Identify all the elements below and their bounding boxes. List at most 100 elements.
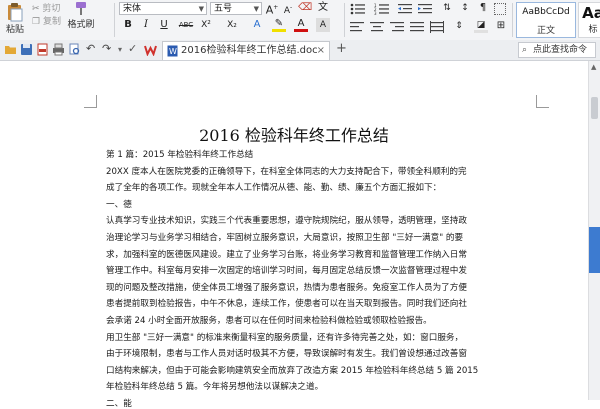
align-center-icon[interactable] (370, 21, 384, 33)
vertical-scrollbar[interactable]: ▲ (588, 61, 600, 400)
grow-font-button[interactable]: A+ (265, 1, 279, 17)
clear-format-icon[interactable]: ⌫ (298, 1, 312, 15)
font-name-value: 宋体 (123, 4, 142, 14)
format-painter-button[interactable]: 格式刷 (66, 1, 96, 30)
command-search-placeholder: 点此查找命令 (533, 45, 588, 55)
paste-label: 粘贴 (5, 25, 24, 35)
ribbon-divider (114, 3, 115, 37)
command-search-input[interactable]: ⌕ 点此查找命令 (518, 42, 596, 58)
quick-access-and-tabs-bar: ↶ ↷ ▾ ✓ W 2016检验科年终工作总结.doc × + ⌕ 点此查找命令 (0, 40, 600, 61)
document-line[interactable]: 一、德 (106, 198, 132, 210)
strikethrough-button[interactable]: ABC (176, 18, 196, 32)
wps-logo-icon[interactable] (144, 43, 157, 56)
document-title[interactable]: 2016 检验科年终工作总结 (0, 122, 588, 146)
print-preview-icon[interactable] (68, 43, 81, 56)
ribbon-divider (344, 3, 345, 37)
cut-label: 剪切 (42, 4, 61, 14)
close-tab-icon[interactable]: × (317, 42, 325, 60)
highlight-icon[interactable]: ✎ (272, 18, 286, 32)
scrollbar-thumb[interactable] (591, 97, 598, 119)
style-normal-preview: AaBbCcDd (522, 7, 570, 17)
ribbon-toolbar: 粘贴 ✂ 剪切 ❐ 复制 格式刷 宋体 ▼ 五号 ▼ A+ A- ⌫ 文 B I… (0, 0, 600, 41)
word-document-icon: W (167, 45, 178, 57)
document-line[interactable]: 患者提前取到检验报告，中午不休息，连续工作，使患者可以在当天取到报告。同时我们还… (106, 297, 467, 309)
increase-indent-icon[interactable] (418, 3, 432, 15)
decrease-indent-icon[interactable] (398, 3, 412, 15)
copy-icon: ❐ (32, 17, 41, 27)
page-corner-mark-top-right (536, 95, 549, 108)
undo-icon[interactable]: ↶ (86, 43, 99, 56)
document-line[interactable]: 用卫生部 "三好一满意" 的标准来衡量科室的服务质量，还有许多待完善之处，如：窗… (106, 331, 463, 343)
copy-button[interactable]: ❐ 复制 (32, 14, 61, 27)
ribbon-divider (512, 3, 513, 37)
distributed-icon[interactable] (430, 21, 444, 33)
style-heading-label: 标 (588, 25, 598, 35)
save-icon[interactable] (20, 43, 33, 56)
document-tab[interactable]: W 2016检验科年终工作总结.doc × (162, 41, 330, 60)
numbered-list-icon[interactable]: 1 2 3 (374, 3, 390, 15)
document-line[interactable]: 现的问题及整改措施，使全体员工增强了服务意识，热情为患者服务。免疫室工作人员为了… (106, 281, 467, 293)
redo-icon[interactable]: ↷ (102, 43, 115, 56)
document-line[interactable]: 20XX 度本人在医院党委的正确领导下，在科室全体同志的大力支持配合下，带领全科… (106, 165, 467, 177)
document-line[interactable]: 口结构来解决，但由于可能会影响建筑安全而放弃了改造方案 2015 年检验科年终总… (106, 364, 478, 376)
font-size-value: 五号 (214, 4, 233, 14)
style-heading-preview: Aa (582, 4, 600, 22)
font-size-select[interactable]: 五号 ▼ (210, 2, 262, 15)
shrink-font-button[interactable]: A- (281, 1, 295, 16)
document-line[interactable]: 求，加强科室的医德医风建设。建立了业务学习台账，将业务学习教育和监督管理工作纳入… (106, 248, 467, 260)
format-painter-label: 格式刷 (67, 20, 95, 30)
bullet-list-icon[interactable] (350, 3, 366, 15)
document-line[interactable]: 成了全年的各项工作。现就全年本人工作情况从德、能、勤、绩、廉五个方面汇报如下： (106, 181, 441, 193)
bold-button[interactable]: B (121, 18, 135, 32)
table-borders-icon[interactable]: ⊞ (494, 19, 508, 33)
sort-icon[interactable]: ↕ (458, 1, 472, 15)
chevron-down-icon: ▼ (253, 5, 259, 13)
style-normal[interactable]: AaBbCcDd 正文 (516, 2, 576, 38)
align-left-icon[interactable] (350, 21, 364, 33)
italic-button[interactable]: I (139, 18, 153, 32)
open-folder-icon[interactable] (4, 43, 17, 56)
font-color-button[interactable]: A (294, 18, 308, 32)
new-tab-button[interactable]: + (336, 42, 347, 56)
copy-label: 复制 (42, 17, 61, 27)
font-name-select[interactable]: 宋体 ▼ (119, 2, 207, 15)
document-tab-title: 2016检验科年终工作总结.doc (181, 45, 318, 56)
check-icon[interactable]: ✓ (128, 43, 141, 56)
subscript-button[interactable]: X₂ (225, 18, 239, 32)
document-line[interactable]: 第 1 篇：2015 年检验科年终工作总结 (106, 148, 253, 160)
document-line[interactable]: 治理论学习与业务学习相结合，牢固树立服务意识，大局意识，按照卫生部 "三好一满意… (106, 231, 463, 243)
paste-icon (8, 3, 23, 22)
text-direction-icon[interactable]: ⇅ (440, 1, 454, 15)
show-marks-icon[interactable]: ¶ (476, 1, 490, 15)
char-shading-icon[interactable]: A (316, 18, 330, 32)
line-spacing-icon[interactable]: ⇕ (452, 19, 466, 33)
borders-icon[interactable] (494, 3, 506, 15)
page-corner-mark-top-left (84, 95, 97, 108)
chevron-down-icon: ▼ (198, 5, 204, 13)
align-right-icon[interactable] (390, 21, 404, 33)
document-line[interactable]: 二、能 (106, 397, 132, 409)
superscript-button[interactable]: X² (199, 18, 213, 32)
export-pdf-icon[interactable] (36, 43, 49, 56)
scrollbar-side-tab[interactable] (589, 227, 600, 273)
justify-icon[interactable] (410, 21, 424, 33)
svg-text:3: 3 (374, 11, 377, 15)
document-line[interactable]: 年检验科年终总结 5 篇。今年将另想他法以谋解决之道。 (106, 380, 323, 392)
search-icon: ⌕ (522, 45, 528, 55)
scissors-icon: ✂ (32, 4, 40, 14)
underline-button[interactable]: U (157, 18, 171, 32)
print-icon[interactable] (52, 43, 65, 56)
scroll-up-icon[interactable]: ▲ (591, 63, 596, 71)
paste-button[interactable]: 粘贴 (2, 1, 28, 39)
document-line[interactable]: 认真学习专业技术知识，实践三个代表重要思想，遵守院规院纪，服从领导，透明管理，坚… (106, 214, 467, 226)
style-heading-1[interactable]: Aa 标 (578, 2, 600, 38)
document-line[interactable]: 由于环境限制，患者与工作人员对话时极其不方便，导致误解时有发生。我们曾设想通过改… (106, 347, 467, 359)
shading-icon[interactable]: ◪ (474, 19, 488, 33)
svg-text:W: W (169, 47, 177, 56)
document-line[interactable]: 管理工作中。科室每月安排一次固定的培训学习时间，每月固定总结反馈一次监督管理过程… (106, 264, 467, 276)
text-effect-icon[interactable]: A (250, 18, 264, 32)
style-normal-label: 正文 (536, 26, 555, 36)
pinyin-guide-icon[interactable]: 文 (316, 1, 330, 15)
document-line[interactable]: 会承诺 24 小时全面开放服务，患者可以在任何时间来检验科做检验或领取检验报告。 (106, 314, 432, 326)
cut-button[interactable]: ✂ 剪切 (32, 1, 60, 14)
